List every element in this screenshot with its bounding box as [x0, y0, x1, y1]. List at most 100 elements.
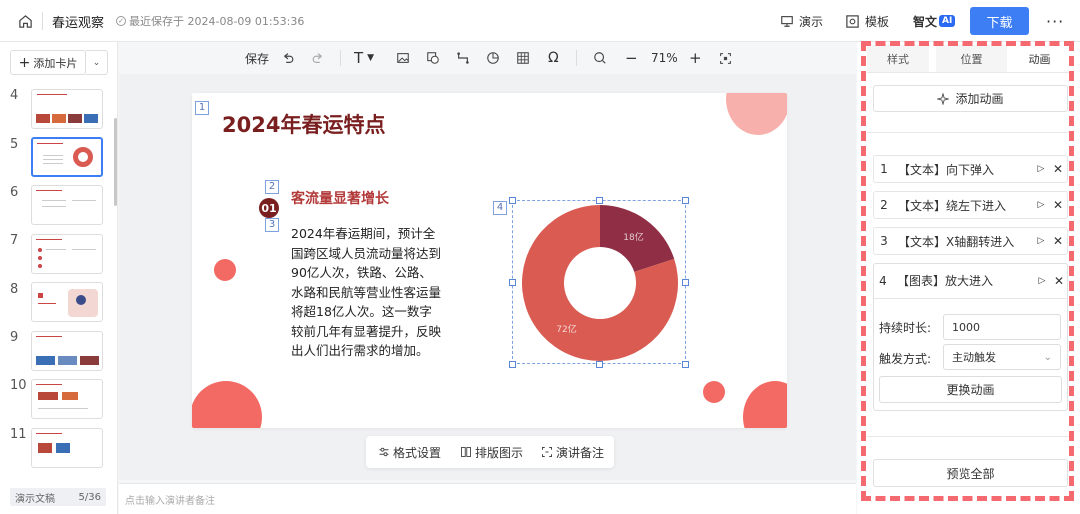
trigger-label: 触发方式:	[879, 352, 932, 366]
decor-circle	[743, 381, 787, 428]
slide-canvas[interactable]: 1 2024年春运特点 2 01 3 客流量显著增长 2024年春运期间，预计全…	[192, 93, 787, 428]
caret-down-icon: ▼	[367, 53, 375, 63]
tab-style[interactable]: 样式	[867, 45, 929, 72]
slide-thumbnail[interactable]	[31, 234, 103, 274]
decor-circle	[192, 381, 262, 428]
slide-thumbnail[interactable]	[31, 185, 103, 225]
animation-number: 2	[880, 198, 888, 212]
scrollbar[interactable]	[114, 118, 117, 206]
slide-thumbnail[interactable]	[31, 379, 103, 419]
change-animation-button[interactable]: 更换动画	[879, 376, 1062, 403]
animation-item[interactable]: 1 【文本】向下弹入 ▷ ✕	[873, 155, 1068, 183]
present-button[interactable]: 演示	[780, 0, 823, 42]
notes-icon	[542, 447, 552, 457]
panel-tabs: 样式 位置 动画	[867, 45, 1072, 73]
template-button[interactable]: 模板	[845, 0, 889, 42]
zoom-in-icon[interactable]: +	[689, 48, 702, 68]
play-icon[interactable]: ▷	[1034, 276, 1050, 286]
ai-badge: AI	[939, 15, 956, 27]
zoom-level[interactable]: 71%	[651, 48, 678, 68]
search-icon[interactable]	[593, 48, 607, 68]
duration-input[interactable]: 1000	[943, 314, 1061, 340]
layout-diagram-button[interactable]: 排版图示	[460, 436, 523, 468]
redo-icon[interactable]	[311, 48, 325, 68]
trigger-select[interactable]: 主动触发 ⌄	[943, 344, 1061, 370]
trigger-value: 主动触发	[952, 351, 996, 364]
animation-item[interactable]: 3 【文本】X轴翻转进入 ▷ ✕	[873, 227, 1068, 255]
chevron-down-icon: ⌄	[92, 57, 101, 68]
speaker-notes-label: 演讲备注	[556, 445, 605, 460]
thumbnail-number: 9	[10, 330, 19, 345]
donut-chart[interactable]: 18亿 72亿	[520, 203, 680, 363]
tab-position[interactable]: 位置	[936, 45, 1007, 72]
save-button[interactable]: 保存	[245, 48, 269, 68]
resize-handle[interactable]	[682, 361, 689, 368]
slide-thumbnail-panel: + 添加卡片 ⌄ 4 5 6 7 8 9 10 11 演示文稿 5/36	[0, 42, 118, 514]
add-card-label: 添加卡片	[33, 56, 78, 70]
format-settings-button[interactable]: 格式设置	[378, 436, 441, 468]
connector-icon[interactable]	[456, 48, 470, 68]
speaker-notes-button[interactable]: 演讲备注	[541, 436, 604, 468]
thumbnail-number: 10	[10, 378, 27, 393]
slide-body-text[interactable]: 2024年春运期间，预计全国跨区域人员流动量将达到90亿人次，铁路、公路、水路和…	[291, 224, 441, 361]
slide-float-toolbar: 格式设置 排版图示 演讲备注	[366, 436, 614, 468]
divider	[576, 50, 577, 66]
slide-thumbnail-active[interactable]	[31, 137, 103, 177]
add-card-dropdown[interactable]: ⌄	[86, 50, 108, 75]
symbol-icon[interactable]: Ω	[548, 48, 559, 68]
chart-icon[interactable]	[486, 48, 500, 68]
slide-thumbnail[interactable]	[31, 89, 103, 129]
document-title[interactable]: 春运观察	[52, 0, 104, 42]
decor-circle	[726, 93, 787, 135]
layout-icon	[461, 447, 471, 457]
resize-handle[interactable]	[509, 279, 516, 286]
presentation-label[interactable]: 演示文稿	[15, 490, 55, 505]
template-label: 模板	[865, 14, 890, 29]
donut-data-label: 72亿	[556, 323, 576, 335]
animation-number: 1	[880, 162, 888, 176]
close-icon[interactable]: ✕	[1049, 198, 1067, 212]
top-bar: 春运观察 ✓ 最近保存于 2024-08-09 01:53:36 演示 模板 智…	[0, 0, 1080, 42]
resize-handle[interactable]	[509, 197, 516, 204]
speaker-notes-input[interactable]: 点击输入演讲者备注	[119, 483, 856, 514]
thumbnail-number: 6	[10, 185, 19, 200]
table-icon[interactable]	[516, 48, 530, 68]
resize-handle[interactable]	[682, 279, 689, 286]
resize-handle[interactable]	[682, 197, 689, 204]
home-icon[interactable]	[18, 0, 36, 42]
slide-title[interactable]: 2024年春运特点	[222, 109, 385, 139]
text-tool-icon[interactable]: T ▼	[354, 48, 374, 68]
format-settings-label: 格式设置	[393, 445, 442, 460]
close-icon[interactable]: ✕	[1049, 234, 1067, 248]
zoom-out-icon[interactable]: −	[625, 48, 638, 68]
image-icon[interactable]	[396, 48, 410, 68]
download-button[interactable]: 下载	[970, 7, 1029, 35]
close-icon[interactable]: ✕	[1050, 274, 1068, 288]
slide-thumbnail[interactable]	[31, 331, 103, 371]
ellipsis-icon[interactable]: ···	[1046, 0, 1064, 42]
fit-screen-icon[interactable]	[719, 48, 732, 68]
divider	[867, 436, 1072, 437]
slide-thumbnail[interactable]	[31, 428, 103, 468]
save-status: ✓ 最近保存于 2024-08-09 01:53:36	[116, 0, 304, 42]
animation-number: 3	[880, 234, 888, 248]
present-label: 演示	[799, 14, 824, 29]
play-icon[interactable]: ▷	[1033, 236, 1049, 246]
add-animation-button[interactable]: 添加动画	[873, 85, 1068, 112]
divider	[340, 50, 341, 66]
preview-all-button[interactable]: 预览全部	[873, 459, 1068, 487]
ai-writer-button[interactable]: 智文 AI	[913, 0, 956, 42]
play-icon[interactable]: ▷	[1033, 164, 1049, 174]
slide-subtitle[interactable]: 客流量显著增长	[291, 188, 389, 208]
close-icon[interactable]: ✕	[1049, 162, 1067, 176]
sliders-icon	[379, 447, 389, 457]
animation-item[interactable]: 4 【图表】放大进入 ▷ ✕	[873, 263, 1068, 299]
play-icon[interactable]: ▷	[1033, 200, 1049, 210]
tab-animation[interactable]: 动画	[1007, 45, 1072, 72]
resize-handle[interactable]	[509, 361, 516, 368]
slide-thumbnail[interactable]	[31, 282, 103, 322]
undo-icon[interactable]	[281, 48, 295, 68]
add-card-button[interactable]: + 添加卡片	[10, 50, 86, 75]
shape-icon[interactable]	[426, 48, 440, 68]
animation-item[interactable]: 2 【文本】绕左下进入 ▷ ✕	[873, 191, 1068, 219]
